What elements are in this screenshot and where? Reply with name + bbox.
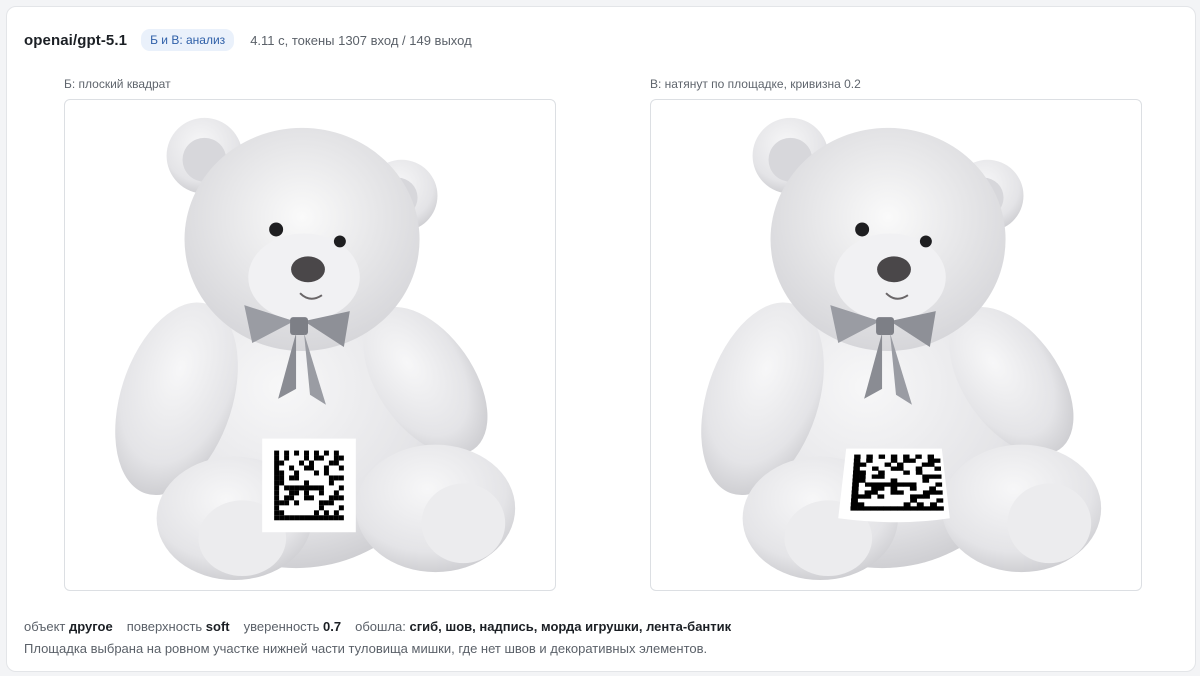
model-name: openai/gpt-5.1 [24,31,128,49]
datamatrix-code-flat [262,438,356,533]
result-header: openai/gpt-5.1 Б и В: анализ 4.11 с, ток… [24,27,472,53]
stat-surface: поверхность soft [126,619,230,634]
panel-image-curved [650,99,1142,591]
panel-caption-curved: В: натянут по площадке, кривизна 0.2 [650,77,861,91]
panel-image-flat [64,99,556,591]
result-card: openai/gpt-5.1 Б и В: анализ 4.11 с, ток… [6,6,1196,672]
datamatrix-code-curved [838,448,950,523]
stat-confidence: уверенность 0.7 [243,619,342,634]
analysis-stats: объект другое поверхность soft увереннос… [24,619,745,634]
analysis-note: Площадка выбрана на ровном участке нижне… [24,641,708,656]
teddy-bear-image [677,116,1103,582]
panel-caption-flat: Б: плоский квадрат [64,77,171,91]
stat-object: объект другое [24,619,113,634]
timing-meta: 4.11 с, токены 1307 вход / 149 выход [250,32,472,48]
teddy-bear-image [91,116,517,582]
stat-avoided: обошла: сгиб, шов, надпись, морда игрушк… [355,619,732,634]
analysis-badge: Б и В: анализ [141,29,235,51]
